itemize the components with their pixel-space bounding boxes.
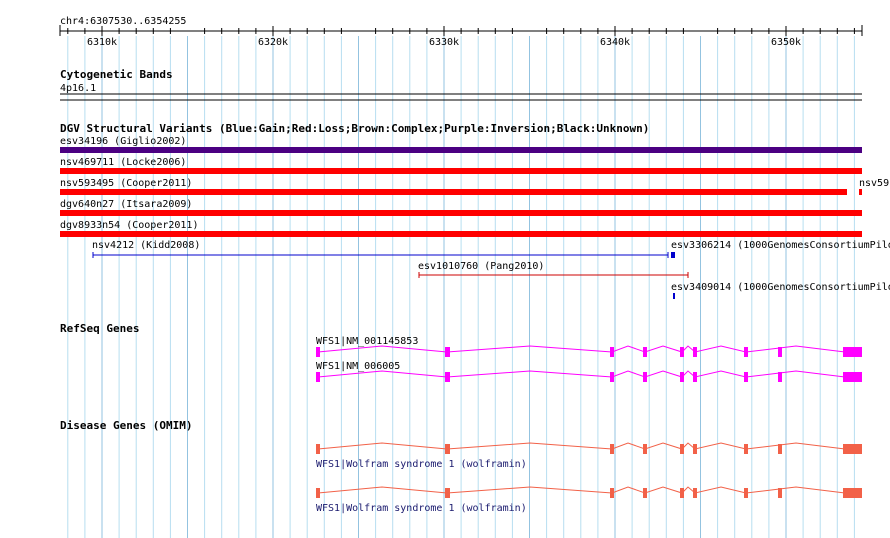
dgv-feature-bar-loss[interactable]	[60, 168, 862, 174]
exon[interactable]	[610, 444, 614, 454]
exon[interactable]	[744, 444, 748, 454]
dgv-feature-bar-loss[interactable]	[60, 210, 862, 216]
exon[interactable]	[693, 347, 697, 357]
dgv-feature-label: nsv593495 (Cooper2011)	[60, 178, 192, 189]
dgv-feature-bar-gain[interactable]	[671, 252, 675, 258]
exon[interactable]	[680, 444, 684, 454]
dgv-feature-label: dgv640n27 (Itsara2009)	[60, 199, 192, 210]
exon[interactable]	[610, 347, 614, 357]
exon[interactable]	[843, 488, 862, 498]
ruler-tick-label: 6330k	[429, 37, 459, 48]
dgv-feature-bar-inversion[interactable]	[60, 147, 862, 153]
exon[interactable]	[778, 347, 782, 357]
exon[interactable]	[843, 347, 862, 357]
dgv-feature-bar-loss[interactable]	[859, 189, 862, 195]
dgv-feature-label: esv1010760 (Pang2010)	[418, 261, 544, 272]
exon[interactable]	[680, 347, 684, 357]
exon[interactable]	[680, 372, 684, 382]
ruler-tick-label: 6320k	[258, 37, 288, 48]
intron-line	[317, 486, 846, 494]
exon[interactable]	[843, 372, 862, 382]
dgv-feature-label: nsv469711 (Locke2006)	[60, 157, 186, 168]
dgv-feature[interactable]: nsv59	[859, 178, 889, 195]
exon[interactable]	[843, 444, 862, 454]
dgv-feature[interactable]: esv3409014 (1000GenomesConsortiumPilo	[671, 282, 890, 299]
dgv-feature[interactable]: nsv4212 (Kidd2008)	[92, 240, 669, 258]
dgv-feature-label: nsv59	[859, 178, 889, 189]
exon[interactable]	[693, 488, 697, 498]
omim-entry[interactable]: WFS1|Wolfram syndrome 1 (wolframin)	[316, 486, 862, 514]
intron-line	[317, 370, 846, 378]
exon[interactable]	[316, 372, 320, 382]
dgv-feature-label: nsv4212 (Kidd2008)	[92, 240, 200, 251]
dgv-feature-bar-loss[interactable]	[60, 231, 862, 237]
exon[interactable]	[744, 488, 748, 498]
dgv-feature[interactable]: esv3306214 (1000GenomesConsortiumPilo	[671, 240, 890, 258]
track-title-omim: Disease Genes (OMIM)	[60, 419, 192, 432]
exon[interactable]	[693, 444, 697, 454]
exon[interactable]	[680, 488, 684, 498]
exon[interactable]	[445, 488, 450, 498]
exon[interactable]	[445, 347, 450, 357]
intron-line	[317, 345, 846, 353]
exon[interactable]	[316, 444, 320, 454]
exon[interactable]	[316, 347, 320, 357]
exon[interactable]	[744, 372, 748, 382]
ruler-tick-label: 6310k	[87, 37, 117, 48]
omim-label: WFS1|Wolfram syndrome 1 (wolframin)	[316, 459, 527, 470]
track-title-dgv: DGV Structural Variants (Blue:Gain;Red:L…	[60, 122, 649, 135]
dgv-feature-bar-loss[interactable]	[60, 189, 847, 195]
dgv-track[interactable]: DGV Structural Variants (Blue:Gain;Red:L…	[60, 122, 890, 299]
exon[interactable]	[643, 372, 647, 382]
exon[interactable]	[778, 444, 782, 454]
dgv-feature-bar-gain[interactable]	[673, 293, 675, 299]
intron-line	[317, 442, 846, 450]
exon[interactable]	[445, 372, 450, 382]
ruler-tick-label: 6350k	[771, 37, 801, 48]
refseq-transcript[interactable]: WFS1|NM_006005	[316, 361, 862, 382]
track-title-refseq: RefSeq Genes	[60, 322, 139, 335]
dgv-feature[interactable]: nsv593495 (Cooper2011)	[60, 178, 847, 195]
dgv-feature-label: esv3306214 (1000GenomesConsortiumPilo	[671, 240, 890, 251]
ruler-tick-label: 6340k	[600, 37, 630, 48]
exon[interactable]	[316, 488, 320, 498]
cytoband-label: 4p16.1	[60, 83, 96, 94]
exon[interactable]	[778, 372, 782, 382]
omim-label: WFS1|Wolfram syndrome 1 (wolframin)	[316, 503, 527, 514]
exon[interactable]	[610, 488, 614, 498]
exon[interactable]	[778, 488, 782, 498]
refseq-transcript[interactable]: WFS1|NM_001145853	[316, 336, 862, 357]
track-title-cytoband: Cytogenetic Bands	[60, 68, 173, 81]
exon[interactable]	[643, 444, 647, 454]
exon[interactable]	[610, 372, 614, 382]
genome-browser-view: chr4:6307530..6354255 6310k 6320k 6330k …	[59, 16, 890, 538]
region-label: chr4:6307530..6354255	[60, 16, 186, 27]
exon[interactable]	[744, 347, 748, 357]
exon[interactable]	[643, 488, 647, 498]
transcript-label: WFS1|NM_006005	[316, 361, 400, 372]
exon[interactable]	[445, 444, 450, 454]
exon[interactable]	[693, 372, 697, 382]
exon[interactable]	[643, 347, 647, 357]
dgv-feature-label: dgv8933n54 (Cooper2011)	[60, 220, 198, 231]
transcript-label: WFS1|NM_001145853	[316, 336, 418, 347]
omim-entry[interactable]: WFS1|Wolfram syndrome 1 (wolframin)	[316, 442, 862, 470]
dgv-feature[interactable]: esv1010760 (Pang2010)	[418, 261, 689, 278]
dgv-feature-label: esv3409014 (1000GenomesConsortiumPilo	[671, 282, 890, 293]
dgv-feature-label: esv34196 (Giglio2002)	[60, 136, 186, 147]
